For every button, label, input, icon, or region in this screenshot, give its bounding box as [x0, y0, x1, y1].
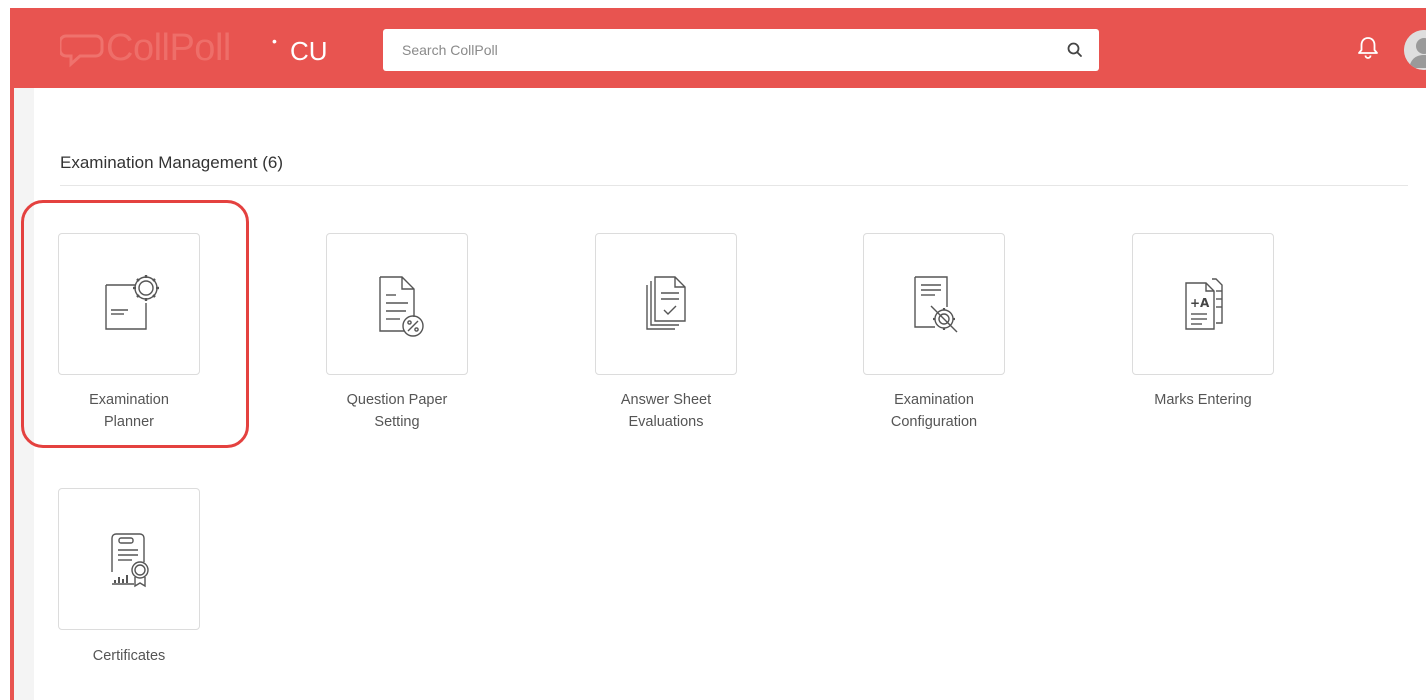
user-avatar[interactable] [1404, 30, 1426, 70]
left-sidebar-strip [14, 88, 34, 700]
search-input[interactable] [383, 29, 1062, 71]
document-settings-icon [914, 276, 958, 333]
section-title: Examination Management (6) [60, 153, 284, 172]
chat-bubble-logo-icon [60, 34, 104, 68]
svg-text:+A: +A [1190, 296, 1210, 310]
collpoll-logo[interactable]: CollPoll [60, 26, 231, 69]
certificate-icon [111, 533, 149, 588]
tile-label-line2: Setting [374, 414, 420, 430]
tile-label-line1: Examination [89, 392, 169, 408]
app-frame: CollPoll • CU Examination Management (6) [0, 0, 1426, 700]
tile-label-answer-sheet-evaluations[interactable]: Answer Sheet Evaluations [576, 389, 756, 433]
tile-answer-sheet-evaluations[interactable] [595, 233, 737, 375]
search-box [383, 29, 1099, 71]
tile-label-line1: Examination [894, 392, 974, 408]
tile-label-line2: Planner [104, 414, 154, 430]
top-bar: CollPoll • CU [10, 8, 1426, 88]
tile-label-line1: Marks Entering [1154, 392, 1252, 408]
tile-label-line2: Evaluations [628, 414, 704, 430]
stacked-check-documents-icon [646, 276, 686, 330]
logo-text: CollPoll [106, 26, 231, 69]
logo-registered-mark: • [272, 33, 277, 49]
grade-documents-icon: +A [1185, 278, 1223, 330]
tile-label-line1: Question Paper [346, 392, 448, 408]
campus-name: CU [290, 36, 328, 66]
tile-marks-entering[interactable]: +A [1132, 233, 1274, 375]
search-icon[interactable] [1065, 40, 1085, 60]
tile-label-marks-entering[interactable]: Marks Entering [1113, 389, 1293, 411]
tile-question-paper-setting[interactable] [326, 233, 468, 375]
tile-label-examination-configuration[interactable]: Examination Configuration [844, 389, 1024, 433]
tile-label-question-paper-setting[interactable]: Question Paper Setting [307, 389, 487, 433]
user-silhouette-icon [1404, 30, 1426, 70]
tile-label-line1: Certificates [92, 648, 166, 664]
tile-label-line1: Answer Sheet [620, 392, 712, 408]
tile-label-line2: Configuration [890, 414, 978, 430]
notification-bell-icon[interactable] [1356, 35, 1380, 61]
tile-label-examination-planner[interactable]: Examination Planner [39, 389, 219, 433]
document-gear-icon [105, 275, 159, 330]
tile-label-certificates[interactable]: Certificates [39, 645, 219, 667]
section-divider [60, 185, 1408, 186]
tile-examination-planner[interactable] [58, 233, 200, 375]
document-percent-icon [379, 276, 424, 337]
tile-examination-configuration[interactable] [863, 233, 1005, 375]
tile-certificates[interactable] [58, 488, 200, 630]
